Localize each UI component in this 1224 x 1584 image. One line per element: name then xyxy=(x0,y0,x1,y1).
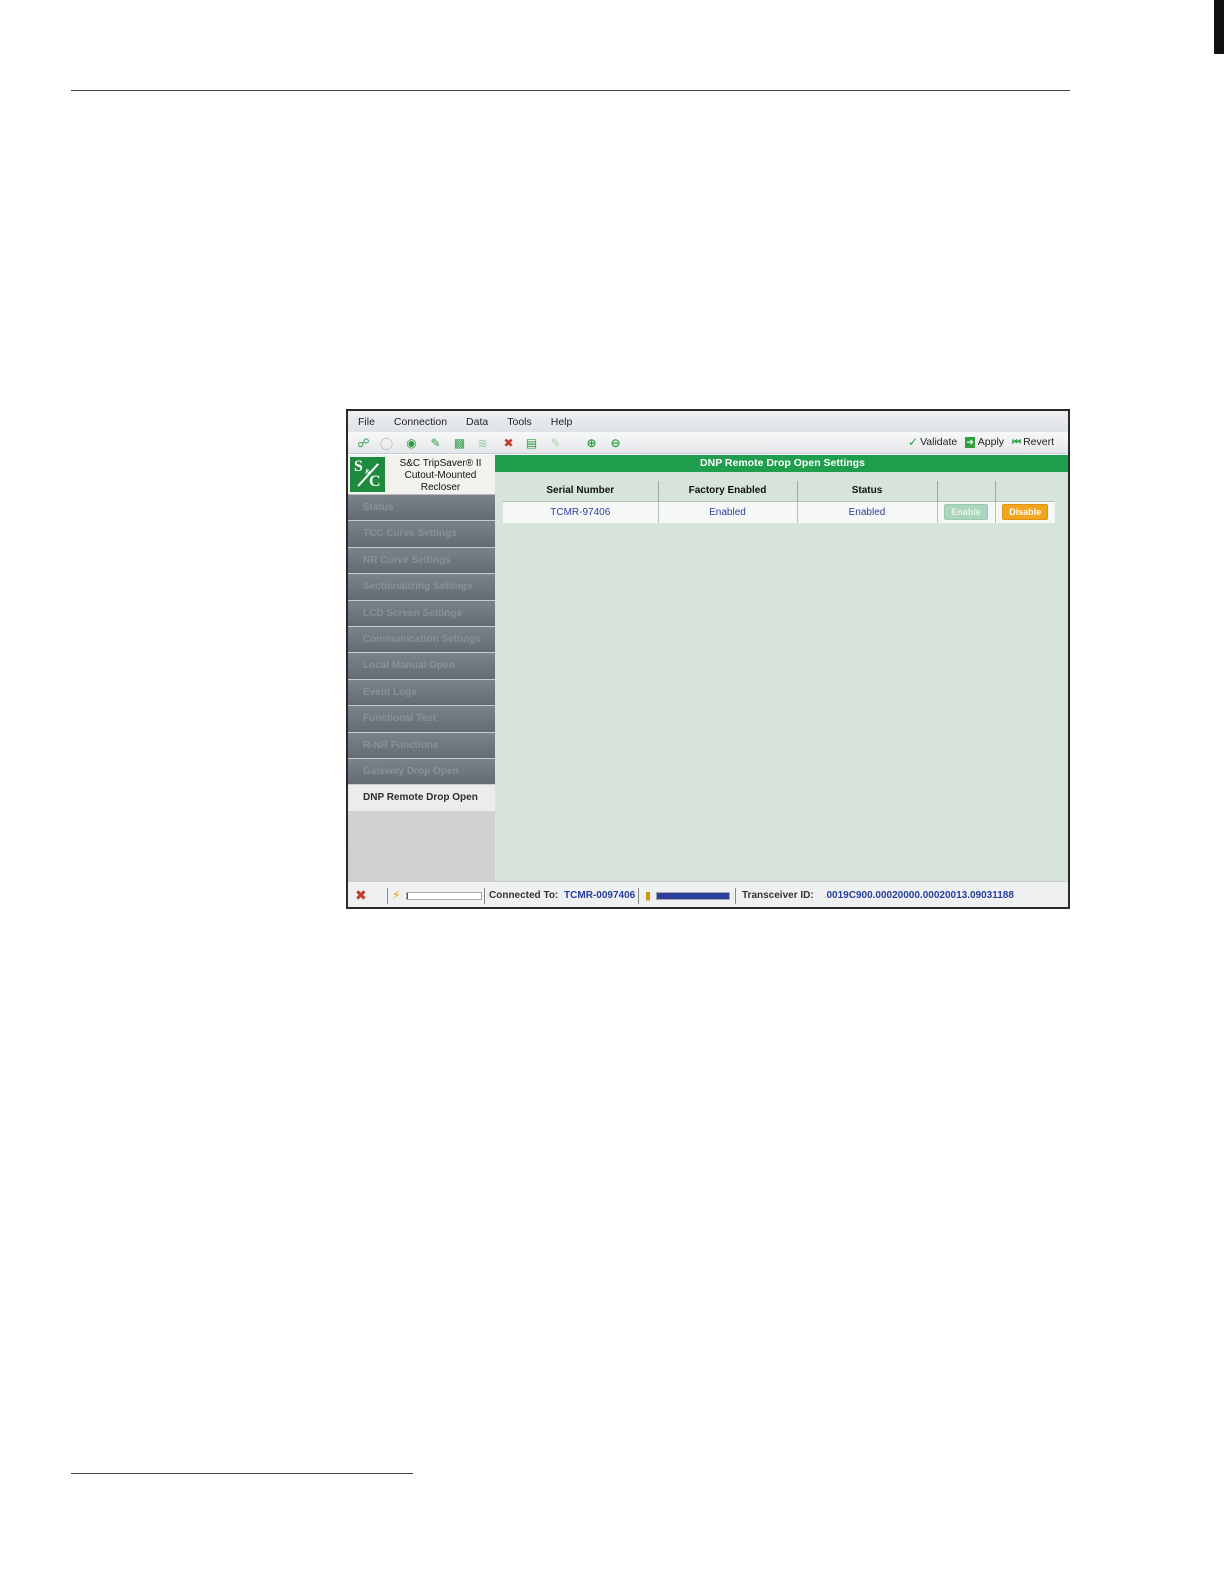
sidebar-item-tcc-curve-settings[interactable]: TCC Curve Settings xyxy=(348,521,495,548)
sidebar-item-gateway-drop-open[interactable]: Gateway Drop Open xyxy=(348,758,495,786)
column-header-status: Status xyxy=(797,481,938,501)
status-separator xyxy=(638,888,639,904)
panel-title: DNP Remote Drop Open Settings xyxy=(495,455,1068,472)
disconnect-icon[interactable]: ◯ xyxy=(379,435,394,450)
connected-to-label: Connected To: xyxy=(489,890,559,901)
apply-label: Apply xyxy=(977,436,1005,448)
transceiver-id-value: 0019C900.00020000.00020013.09031188 xyxy=(826,890,1014,901)
battery-level-bar xyxy=(656,892,730,900)
validate-label: Validate xyxy=(920,436,958,448)
brand-header: S & C S&C TripSaver® II Cutout-Mounted R… xyxy=(348,455,495,495)
settings-table: Serial Number Factory Enabled Status TCM… xyxy=(503,481,1055,523)
report-icon[interactable]: ▤ xyxy=(524,435,539,450)
revert-button[interactable]: ⏮ Revert xyxy=(1012,436,1054,448)
battery-icon: ▮ xyxy=(645,890,652,902)
zoom-in-icon[interactable]: ⊕ xyxy=(584,435,599,450)
signal-bolt-icon: ⚡ xyxy=(392,888,401,902)
sidebar-item-sectionalizing-settings[interactable]: Sectionalizing Settings xyxy=(348,574,495,601)
logo-letter-c: C xyxy=(369,473,381,490)
disconnected-x-icon[interactable]: ✖ xyxy=(355,887,367,904)
revert-icon: ⏮ xyxy=(1012,436,1022,448)
sidebar-item-local-manual-open[interactable]: Local Manual Open xyxy=(348,653,495,680)
apply-arrow-icon: ➜ xyxy=(965,436,975,448)
table-row: TCMR-97406 Enabled Enabled Enable Disabl… xyxy=(503,500,1055,523)
check-icon: ✓ xyxy=(908,435,919,449)
toolbar: ☍ ◯ ◉ ✎ ▩ ≋ ✖ ▤ ✎ ⊕ ⊖ ✓ Validate ➜ Apply… xyxy=(348,432,1068,454)
page-edge-mark xyxy=(1214,0,1224,54)
sidebar-item-functional-test[interactable]: Functional Test xyxy=(348,706,495,733)
apply-button[interactable]: ➜ Apply xyxy=(965,436,1004,448)
status-separator xyxy=(735,888,736,904)
enable-button[interactable]: Enable xyxy=(944,504,988,521)
column-header-serial-number: Serial Number xyxy=(503,481,659,501)
logo-letter-s: S xyxy=(354,458,363,475)
sc-logo: S & C xyxy=(350,457,385,492)
menu-bar: File Connection Data Tools Help xyxy=(348,411,1068,432)
signal-strength-fill xyxy=(407,893,409,899)
menu-help[interactable]: Help xyxy=(551,416,573,428)
product-name-line2: Cutout-Mounted xyxy=(404,470,477,481)
edit-icon[interactable]: ✎ xyxy=(548,435,563,450)
battery-level-fill xyxy=(657,893,729,899)
transceiver-id-label: Transceiver ID: xyxy=(742,890,814,901)
toolbar-actions: ✓ Validate ➜ Apply ⏮ Revert xyxy=(900,435,1054,449)
disable-button[interactable]: Disable xyxy=(1002,504,1049,521)
sidebar: S & C S&C TripSaver® II Cutout-Mounted R… xyxy=(348,455,495,881)
sidebar-item-lcd-screen-settings[interactable]: LCD Screen Settings xyxy=(348,600,495,627)
menu-data[interactable]: Data xyxy=(466,416,488,428)
sidebar-item-event-logs[interactable]: Event Logs xyxy=(348,679,495,707)
table-header-row: Serial Number Factory Enabled Status xyxy=(503,481,1055,501)
cell-factory-enabled: Enabled xyxy=(658,500,798,523)
header-rule xyxy=(71,90,1070,91)
print-icon[interactable]: ▩ xyxy=(452,435,467,450)
product-name-line1: S&C TripSaver® II xyxy=(399,458,482,469)
column-header-enable xyxy=(937,481,996,501)
cancel-x-icon[interactable]: ✖ xyxy=(501,435,516,450)
status-separator xyxy=(387,888,388,904)
menu-file[interactable]: File xyxy=(358,416,375,428)
zoom-out-icon[interactable]: ⊖ xyxy=(608,435,623,450)
cell-serial-number: TCMR-97406 xyxy=(503,500,659,523)
sidebar-item-communication-settings[interactable]: Communication Settings xyxy=(348,626,495,654)
cell-enable: Enable xyxy=(937,500,996,523)
validate-button[interactable]: ✓ Validate xyxy=(908,435,957,449)
transceiver-id: Transceiver ID: 0019C900.00020000.000200… xyxy=(742,890,1014,901)
cell-status: Enabled xyxy=(797,500,938,523)
sidebar-item-status[interactable]: Status xyxy=(348,495,495,522)
snapshot-camera-icon[interactable]: ◉ xyxy=(404,435,419,450)
write-icon[interactable]: ✎ xyxy=(428,435,443,450)
signal-strength-bar xyxy=(406,892,482,900)
footnote-rule xyxy=(71,1473,413,1474)
sidebar-item-nr-curve-settings[interactable]: NR Curve Settings xyxy=(348,547,495,575)
menu-tools[interactable]: Tools xyxy=(507,416,532,428)
column-header-disable xyxy=(995,481,1055,501)
sidebar-item-dnp-remote-drop-open[interactable]: DNP Remote Drop Open xyxy=(348,785,495,812)
settings-panel: DNP Remote Drop Open Settings Serial Num… xyxy=(495,455,1068,881)
connected-to: Connected To: TCMR-0097406 xyxy=(489,890,635,901)
app-window: File Connection Data Tools Help ☍ ◯ ◉ ✎ … xyxy=(346,409,1070,909)
column-header-factory-enabled: Factory Enabled xyxy=(658,481,798,501)
connected-to-value: TCMR-0097406 xyxy=(564,890,636,901)
sidebar-item-r-nr-functions[interactable]: R-NR Functions xyxy=(348,732,495,759)
connect-icon[interactable]: ☍ xyxy=(356,435,371,450)
wireless-icon[interactable]: ≋ xyxy=(475,435,490,450)
revert-label: Revert xyxy=(1023,436,1054,448)
sidebar-nav: Status TCC Curve Settings NR Curve Setti… xyxy=(348,495,495,812)
cell-disable: Disable xyxy=(995,500,1055,523)
product-name-line3: Recloser xyxy=(420,482,461,493)
product-name: S&C TripSaver® II Cutout-Mounted Reclose… xyxy=(388,458,493,494)
status-separator xyxy=(484,888,485,904)
menu-connection[interactable]: Connection xyxy=(394,416,447,428)
status-bar: ✖ ⚡ Connected To: TCMR-0097406 ▮ Transce… xyxy=(348,881,1068,907)
